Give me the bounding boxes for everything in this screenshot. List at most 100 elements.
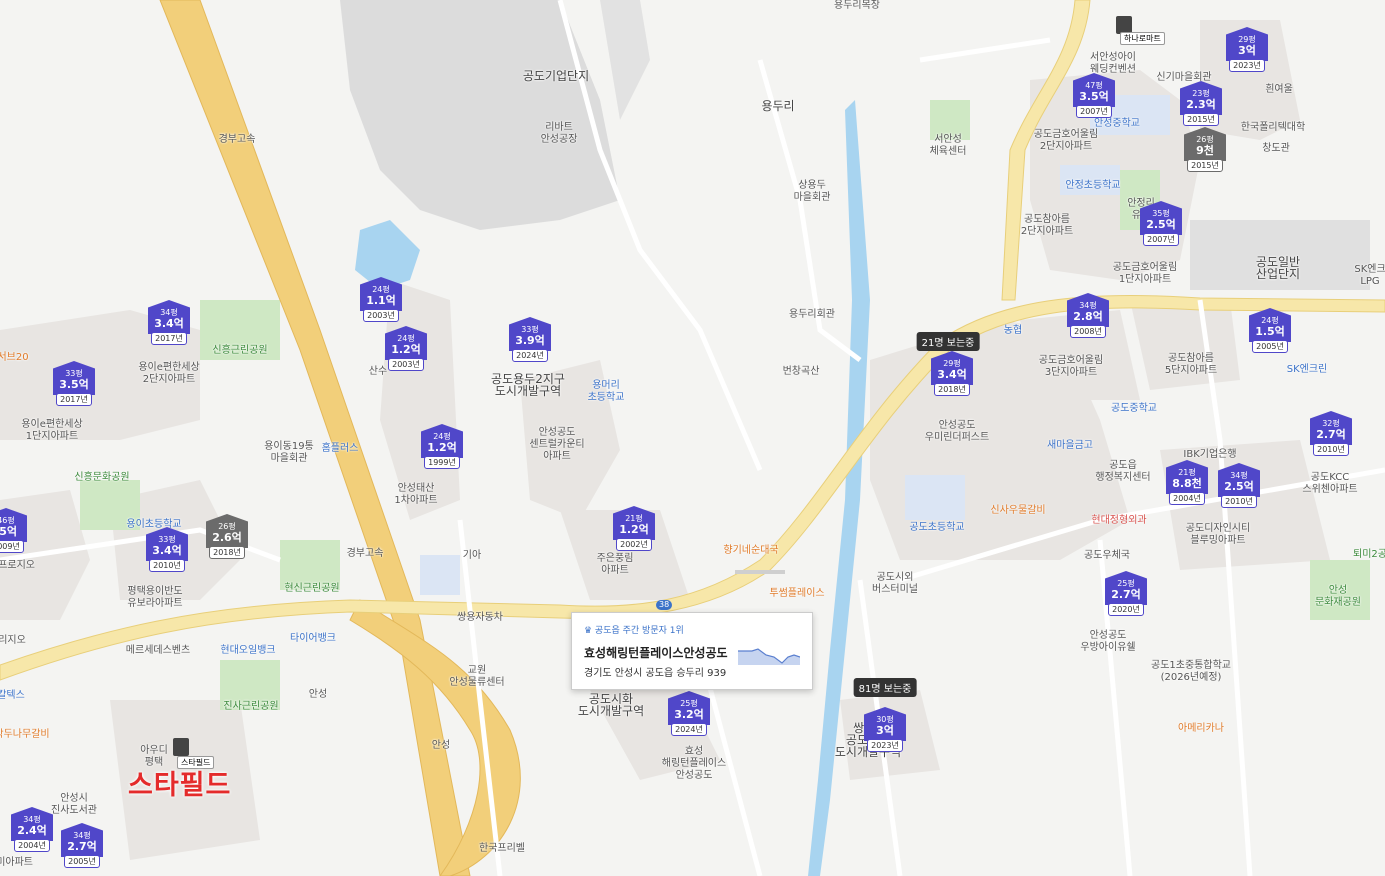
place-label-yongi-apt2[interactable]: 용이e편한세상 2단지아파트 bbox=[138, 362, 199, 386]
place-label-hyosung[interactable]: 효성 해링턴플레이스 안성공도 bbox=[662, 746, 726, 782]
place-label-sk-enclean[interactable]: SK엔크린 bbox=[1287, 364, 1328, 376]
place-label-ssangyong-car[interactable]: 쌍용자동차 bbox=[457, 612, 503, 624]
price-marker[interactable]: 47평 3.5억 2007년 bbox=[1073, 73, 1115, 118]
place-label-gongdo-school2026[interactable]: 공도1초중통합학교 (2026년예정) bbox=[1151, 660, 1231, 684]
place-label-yongduri-mokjang[interactable]: 용두리목장 bbox=[834, 0, 880, 12]
place-label-korea-poly[interactable]: 한국폴리텍대학 bbox=[1241, 122, 1305, 134]
place-label-beonchang[interactable]: 번창곡산 bbox=[783, 366, 820, 378]
place-label-woobang[interactable]: 안성공도 우방아이유쉘 bbox=[1080, 630, 1135, 654]
place-label-changdogwan[interactable]: 창도관 bbox=[1262, 143, 1290, 155]
place-label-mercedes[interactable]: 메르세데스벤츠 bbox=[126, 645, 190, 657]
place-label-yongduri-hall[interactable]: 용두리회관 bbox=[789, 309, 835, 321]
marker-size: 34평 bbox=[23, 815, 41, 824]
price-marker[interactable]: 34평 3.4억 2017년 bbox=[148, 300, 190, 345]
place-label-sinheung-park[interactable]: 신흥근린공원 bbox=[212, 345, 267, 357]
place-label-gongdo-middle[interactable]: 공도중학교 bbox=[1111, 403, 1157, 415]
place-label-sinheung-culture[interactable]: 신흥문화공원 bbox=[74, 472, 129, 484]
place-label-jakdu[interactable]: 작두나무갈비 bbox=[0, 729, 50, 741]
price-marker[interactable]: 32평 2.7억 2010년 bbox=[1310, 411, 1352, 456]
price-marker[interactable]: 34평 2.4억 2004년 bbox=[11, 807, 53, 852]
place-label-yongi19[interactable]: 용이동19통 마을회관 bbox=[264, 441, 314, 465]
place-label-gongdo-elem[interactable]: 공도초등학교 bbox=[909, 522, 964, 534]
price-marker[interactable]: 34평 2.8억 2008년 bbox=[1067, 293, 1109, 338]
place-label-ameri[interactable]: 아메리카나 bbox=[1178, 723, 1224, 735]
place-label-gongdo-admin[interactable]: 공도읍 행정복지센터 bbox=[1095, 460, 1150, 484]
price-marker[interactable]: 34평 2.7억 2005년 bbox=[61, 823, 103, 868]
price-marker[interactable]: 23평 2.3억 2015년 bbox=[1180, 81, 1222, 126]
place-label-gongdo-bus[interactable]: 공도시외 버스터미널 bbox=[872, 572, 918, 596]
place-label-hyeonsin-park[interactable]: 현신근린공원 bbox=[284, 583, 339, 595]
price-marker[interactable]: 33평 3.5억 2017년 bbox=[53, 361, 95, 406]
place-label-geumho2[interactable]: 공도금호어울림 2단지아파트 bbox=[1034, 129, 1098, 153]
place-label-sk-lpg[interactable]: SK엔크 LPG bbox=[1354, 264, 1385, 288]
place-label-hyundai-clinic[interactable]: 현대정형외과 bbox=[1091, 515, 1146, 527]
price-marker[interactable]: 26평 2.6억 2018년 bbox=[206, 514, 248, 559]
place-label-gongdo-kcc[interactable]: 공도KCC 스위첸아파트 bbox=[1302, 472, 1357, 496]
starfield-logo[interactable]: 스타필드 bbox=[128, 763, 231, 802]
place-label-centrevill[interactable]: 안성공도 센트럴카운티 아파트 bbox=[529, 427, 584, 463]
place-label-gongdo-digital[interactable]: 공도디자인시티 블루밍아파트 bbox=[1186, 523, 1250, 547]
price-marker[interactable]: 35평 2.5억 2007년 bbox=[1140, 201, 1182, 246]
place-label-dumi[interactable]: 두미아파트 bbox=[0, 857, 33, 869]
place-label-holl[interactable]: 홈플러스 bbox=[322, 443, 359, 455]
place-label-anseong-ic[interactable]: 안성 bbox=[309, 689, 327, 701]
place-label-rgi[interactable]: 리프로지오 bbox=[0, 560, 35, 572]
place-label-sangyongdu[interactable]: 상용두 마을회관 bbox=[794, 180, 831, 204]
price-marker[interactable]: 24평 1.1억 2003년 bbox=[360, 277, 402, 322]
place-label-gyeongbu[interactable]: 경부고속 bbox=[219, 134, 256, 146]
place-label-tuseum[interactable]: 투썸플레이스 bbox=[769, 588, 824, 600]
place-label-anseong-culture[interactable]: 안성 문화재공원 bbox=[1315, 585, 1361, 609]
place-label-twelve[interactable]: 퇴미2공 bbox=[1353, 549, 1385, 561]
map-canvas[interactable] bbox=[0, 0, 1385, 876]
place-label-korea-freebel[interactable]: 한국프리벨 bbox=[479, 843, 525, 855]
place-label-anseong-taesan[interactable]: 안성태산 1차아파트 bbox=[394, 483, 437, 507]
place-label-seobeu[interactable]: 서브20 bbox=[0, 352, 29, 364]
place-label-sinsawoo[interactable]: 신사우물갈비 bbox=[990, 505, 1045, 517]
place-label-hyundai-oil[interactable]: 현대오일뱅크 bbox=[220, 645, 275, 657]
place-label-kia[interactable]: 기아 bbox=[463, 550, 481, 562]
place-label-nonghyup[interactable]: 농협 bbox=[1004, 325, 1022, 337]
price-marker[interactable]: 24평 1.5억 2005년 bbox=[1249, 308, 1291, 353]
place-label-juundong[interactable]: 주은풍림 아파트 bbox=[597, 553, 634, 577]
price-marker[interactable]: 33평 3.4억 2010년 bbox=[146, 527, 188, 572]
place-label-jinsa-park[interactable]: 진사근린공원 bbox=[223, 701, 278, 713]
place-label-gongdo-post[interactable]: 공도우체국 bbox=[1084, 550, 1130, 562]
price-marker[interactable]: 21평 8.8천 2004년 bbox=[1166, 460, 1208, 505]
price-marker[interactable]: 34평 2.5억 2010년 bbox=[1218, 463, 1260, 508]
apartment-info-popup[interactable]: ♛ 공도읍 주간 방문자 1위 효성해링턴플레이스안성공도 경기도 안성시 공도… bbox=[571, 612, 813, 690]
place-label-uminine[interactable]: 안성공도 우미린더퍼스트 bbox=[925, 420, 989, 444]
place-label-gyeongbu2[interactable]: 경부고속 bbox=[347, 548, 384, 560]
place-label-saemaeul[interactable]: 새마을금고 bbox=[1047, 440, 1093, 452]
place-label-geumho3[interactable]: 공도금호어울림 3단지아파트 bbox=[1039, 355, 1103, 379]
price-marker[interactable]: 33평 3.9억 2024년 bbox=[509, 317, 551, 362]
price-marker[interactable]: 24평 1.2억 1999년 bbox=[421, 424, 463, 469]
price-marker[interactable]: 29평 3억 2023년 bbox=[1226, 27, 1268, 72]
place-label-anjeong-elem[interactable]: 안정초등학교 bbox=[1065, 180, 1120, 192]
place-label-libart[interactable]: 리바트 안성공장 bbox=[541, 122, 578, 146]
place-label-huinyeoul[interactable]: 흰여울 bbox=[1265, 84, 1293, 96]
place-label-anseong-middle[interactable]: 안성중학교 bbox=[1094, 118, 1140, 130]
price-marker[interactable]: 26평 9천 2015년 bbox=[1184, 127, 1226, 172]
place-label-geumho1[interactable]: 공도금호어울림 1단지아파트 bbox=[1113, 262, 1177, 286]
place-label-seoanseong-sports[interactable]: 서안성 체육센터 bbox=[930, 134, 967, 158]
place-label-hyanggi[interactable]: 향기네순대국 bbox=[723, 545, 778, 557]
price-marker[interactable]: 46평.5억2009년 bbox=[0, 508, 27, 553]
place-label-gyoyuk[interactable]: 교원 안성물류센터 bbox=[449, 665, 504, 689]
place-label-yongi-apt1[interactable]: 용이e편한세상 1단지아파트 bbox=[21, 419, 82, 443]
price-marker[interactable]: 29평 3.4억 2018년 bbox=[931, 351, 973, 396]
place-label-pyeongtaek-yongi[interactable]: 평택용이반도 유보라아파트 bbox=[127, 586, 182, 610]
price-marker[interactable]: 21평 1.2억 2002년 bbox=[613, 506, 655, 551]
price-marker[interactable]: 25평 3.2억 2024년 bbox=[668, 691, 710, 736]
place-label-chamareum2[interactable]: 공도참아름 2단지아파트 bbox=[1021, 214, 1073, 238]
place-label-yongmeori-elem[interactable]: 용머리 초등학교 bbox=[588, 380, 625, 404]
price-marker[interactable]: 25평 2.7억 2020년 bbox=[1105, 571, 1147, 616]
price-marker[interactable]: 24평 1.2억 2003년 bbox=[385, 326, 427, 371]
place-label-rgio[interactable]: 리지오 bbox=[0, 635, 26, 647]
place-label-chamareum5[interactable]: 공도참아름 5단지아파트 bbox=[1165, 353, 1217, 377]
place-label-anseong-jinsa[interactable]: 안성시 진사도서관 bbox=[51, 793, 97, 817]
price-marker[interactable]: 30평 3억 2023년 bbox=[864, 707, 906, 752]
shopping-bag-icon[interactable] bbox=[173, 738, 189, 756]
place-label-kkalteks[interactable]: 칼텍스 bbox=[0, 690, 25, 702]
place-label-taeyeo[interactable]: 타이어뱅크 bbox=[290, 633, 336, 645]
place-label-anseong-ic2[interactable]: 안성 bbox=[432, 740, 450, 752]
